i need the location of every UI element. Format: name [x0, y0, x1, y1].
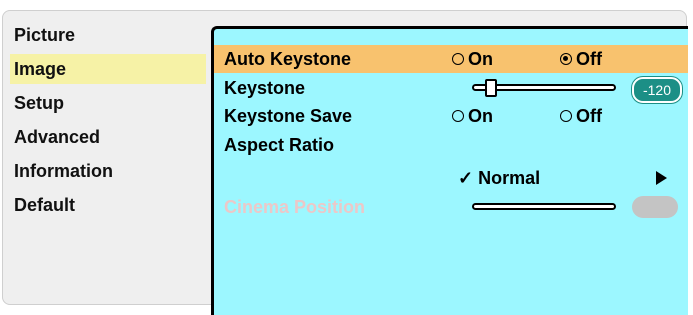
aspect-ratio-row[interactable]: Aspect Ratio [214, 131, 688, 159]
menu-item-picture[interactable]: Picture [10, 20, 206, 50]
menu-item-default[interactable]: Default [10, 190, 206, 220]
aspect-ratio-value[interactable]: ✓ Normal [458, 164, 540, 192]
keystone-save-off-label: Off [576, 106, 602, 126]
image-settings-panel: Auto Keystone On Off Keystone -120 Keyst… [211, 26, 688, 315]
keystone-slider-thumb[interactable] [485, 79, 498, 97]
keystone-label: Keystone [224, 78, 306, 98]
cinema-position-slider [472, 203, 616, 210]
menu-item-image[interactable]: Image [10, 54, 206, 84]
cinema-position-row: Cinema Position [214, 193, 688, 221]
radio-icon [452, 53, 464, 65]
keystone-save-on-option[interactable]: On [452, 102, 493, 130]
menu-item-information[interactable]: Information [10, 156, 206, 186]
keystone-save-label: Keystone Save [224, 106, 353, 126]
auto-keystone-on-option[interactable]: On [452, 45, 493, 73]
auto-keystone-label: Auto Keystone [224, 49, 352, 69]
keystone-value-badge: -120 [632, 77, 682, 103]
keystone-row[interactable]: Keystone -120 [214, 74, 688, 103]
auto-keystone-on-label: On [468, 49, 493, 69]
aspect-ratio-value-row[interactable]: ✓ Normal [214, 164, 688, 192]
cinema-position-label: Cinema Position [224, 197, 366, 217]
auto-keystone-off-label: Off [576, 49, 602, 69]
keystone-save-on-label: On [468, 106, 493, 126]
radio-selected-icon [560, 53, 572, 65]
keystone-save-row[interactable]: Keystone Save On Off [214, 102, 688, 130]
cinema-position-value-badge [632, 196, 678, 218]
aspect-ratio-value-label: Normal [478, 168, 541, 188]
auto-keystone-row[interactable]: Auto Keystone On Off [214, 45, 688, 73]
menu-item-setup[interactable]: Setup [10, 88, 206, 118]
projector-osd: Picture Image Setup Advanced Information… [2, 10, 688, 315]
submenu-arrow-icon[interactable] [656, 171, 667, 185]
aspect-ratio-label: Aspect Ratio [224, 135, 335, 155]
keystone-save-off-option[interactable]: Off [560, 102, 602, 130]
radio-icon [560, 110, 572, 122]
radio-icon [452, 110, 464, 122]
menu-item-advanced[interactable]: Advanced [10, 122, 206, 152]
checkmark-icon: ✓ [458, 168, 474, 188]
auto-keystone-off-option[interactable]: Off [560, 45, 602, 73]
